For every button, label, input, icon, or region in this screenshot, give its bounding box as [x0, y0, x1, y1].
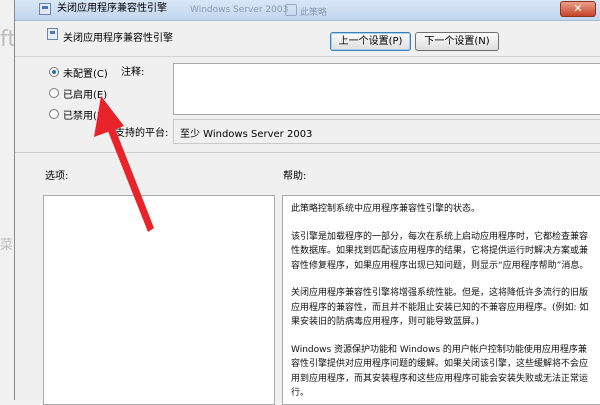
supported-on-value: 至少 Windows Server 2003 [180, 129, 313, 140]
supported-on-field: 至少 Windows Server 2003 [173, 119, 600, 144]
radio-disabled[interactable]: 已禁用(D) [49, 106, 109, 122]
help-paragraph: Windows 资源保护功能和 Windows 的用户帐户控制功能使用应用程序兼… [291, 344, 589, 399]
background-text: ft [0, 27, 16, 52]
radio-enabled[interactable]: 已启用(E) [49, 85, 107, 101]
next-setting-button[interactable]: 下一个设置(N) [415, 32, 499, 51]
help-label: 帮助: [283, 171, 307, 182]
radio-button[interactable] [49, 88, 59, 98]
policy-dialog: 关闭应用程序兼容性引擎 Windows Server 2003 此策略 ✕ 关闭… [14, 0, 600, 405]
help-text: 此策略控制系统中应用程序兼容性引擎的状态。 该引擎是加载程序的一部分，每次在系统… [283, 196, 600, 404]
help-panel[interactable]: 此策略控制系统中应用程序兼容性引擎的状态。 该引擎是加载程序的一部分，每次在系统… [282, 195, 600, 405]
separator [15, 56, 600, 57]
options-label: 选项: [45, 171, 69, 182]
policy-icon [39, 3, 51, 15]
title-ghost-text: 此策略 [300, 8, 328, 18]
radio-label: 未配置(C) [63, 68, 108, 80]
help-paragraph: 该引擎是加载程序的一部分，每次在系统上启动应用程序时，它都检查兼容性数据库。如果… [291, 231, 589, 271]
header: 关闭应用程序兼容性引擎 上一个设置(P) 下一个设置(N) [15, 20, 600, 60]
previous-setting-button[interactable]: 上一个设置(P) [330, 32, 411, 51]
help-paragraph: 关闭应用程序兼容性引擎将增强系统性能。但是，这将降低许多流行的旧版应用程序的兼容… [291, 288, 589, 327]
supported-on-label: 支持的平台: [115, 128, 169, 139]
comment-label: 注释: [121, 67, 145, 78]
divider [15, 152, 600, 153]
radio-label: 已启用(E) [63, 89, 108, 101]
comment-textarea[interactable] [173, 63, 600, 115]
policy-icon [47, 28, 58, 40]
background-text: 菜单 [0, 238, 12, 253]
radio-not-configured[interactable]: 未配置(C) [49, 64, 108, 80]
help-paragraph: 此策略控制系统中应用程序兼容性引擎的状态。 [291, 204, 481, 214]
ghost-checkbox-icon [285, 4, 297, 16]
options-panel [43, 195, 275, 405]
close-button[interactable]: ✕ [560, 1, 596, 17]
window-title: 关闭应用程序兼容性引擎 [57, 3, 167, 14]
policy-title: 关闭应用程序兼容性引擎 [63, 33, 173, 44]
radio-button[interactable] [49, 67, 59, 77]
radio-label: 已禁用(D) [63, 110, 109, 122]
close-icon: ✕ [573, 2, 583, 15]
title-ghost-text: Windows Server 2003 [190, 5, 289, 15]
title-bar[interactable]: 关闭应用程序兼容性引擎 Windows Server 2003 此策略 ✕ [15, 0, 600, 21]
radio-button[interactable] [49, 109, 59, 119]
